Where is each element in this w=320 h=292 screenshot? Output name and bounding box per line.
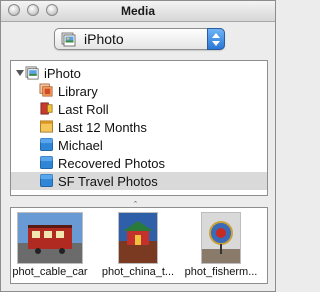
source-list[interactable]: iPhoto Library Last Roll Last 12 Months <box>10 60 268 196</box>
source-item-last-roll[interactable]: Last Roll <box>11 100 267 118</box>
cable-car-photo <box>18 213 82 263</box>
photo-thumbnail-chinatown[interactable] <box>118 212 158 264</box>
pane-splitter[interactable]: ˆ <box>1 199 275 210</box>
album-icon <box>40 174 53 187</box>
title-bar: Media <box>1 1 275 22</box>
photo-browser[interactable]: phot_cable_car phot_china_t... phot_fish… <box>10 207 268 284</box>
photo-caption: phot_fisherm... <box>184 266 258 278</box>
iphoto-icon <box>25 66 39 80</box>
source-item-label: Michael <box>58 138 103 153</box>
iphoto-icon <box>61 32 76 47</box>
photo-thumbnail-fishermans-wharf[interactable] <box>201 212 241 264</box>
photo-caption: phot_china_t... <box>101 266 175 278</box>
source-item-sf-travel-photos[interactable]: SF Travel Photos <box>11 172 267 190</box>
source-item-recovered-photos[interactable]: Recovered Photos <box>11 154 267 172</box>
album-icon <box>40 156 53 169</box>
source-item-last-12-months[interactable]: Last 12 Months <box>11 118 267 136</box>
source-root-label: iPhoto <box>44 66 81 81</box>
popup-selected-label: iPhoto <box>84 31 124 47</box>
calendar-icon <box>40 120 53 133</box>
source-item-label: Last Roll <box>58 102 109 117</box>
source-item-label: SF Travel Photos <box>58 174 158 189</box>
photo-thumbnail-cable-car[interactable] <box>17 212 83 264</box>
media-window: Media iPhoto iPhoto Library Last Roll La… <box>0 0 276 292</box>
popup-arrows-icon <box>207 28 225 50</box>
source-item-label: Recovered Photos <box>58 156 165 171</box>
source-item-library[interactable]: Library <box>11 82 267 100</box>
source-item-label: Last 12 Months <box>58 120 147 135</box>
source-root-iphoto[interactable]: iPhoto <box>11 64 267 82</box>
source-popup-menu[interactable]: iPhoto <box>54 28 225 50</box>
film-roll-icon <box>40 102 53 115</box>
library-icon <box>39 83 53 97</box>
chinatown-photo <box>119 213 157 263</box>
photo-caption: phot_cable_car <box>12 266 88 278</box>
source-item-michael[interactable]: Michael <box>11 136 267 154</box>
disclosure-triangle-icon[interactable] <box>16 70 24 76</box>
fishermans-wharf-photo <box>202 213 240 263</box>
window-title: Media <box>120 4 155 18</box>
source-item-label: Library <box>58 84 98 99</box>
album-icon <box>40 138 53 151</box>
